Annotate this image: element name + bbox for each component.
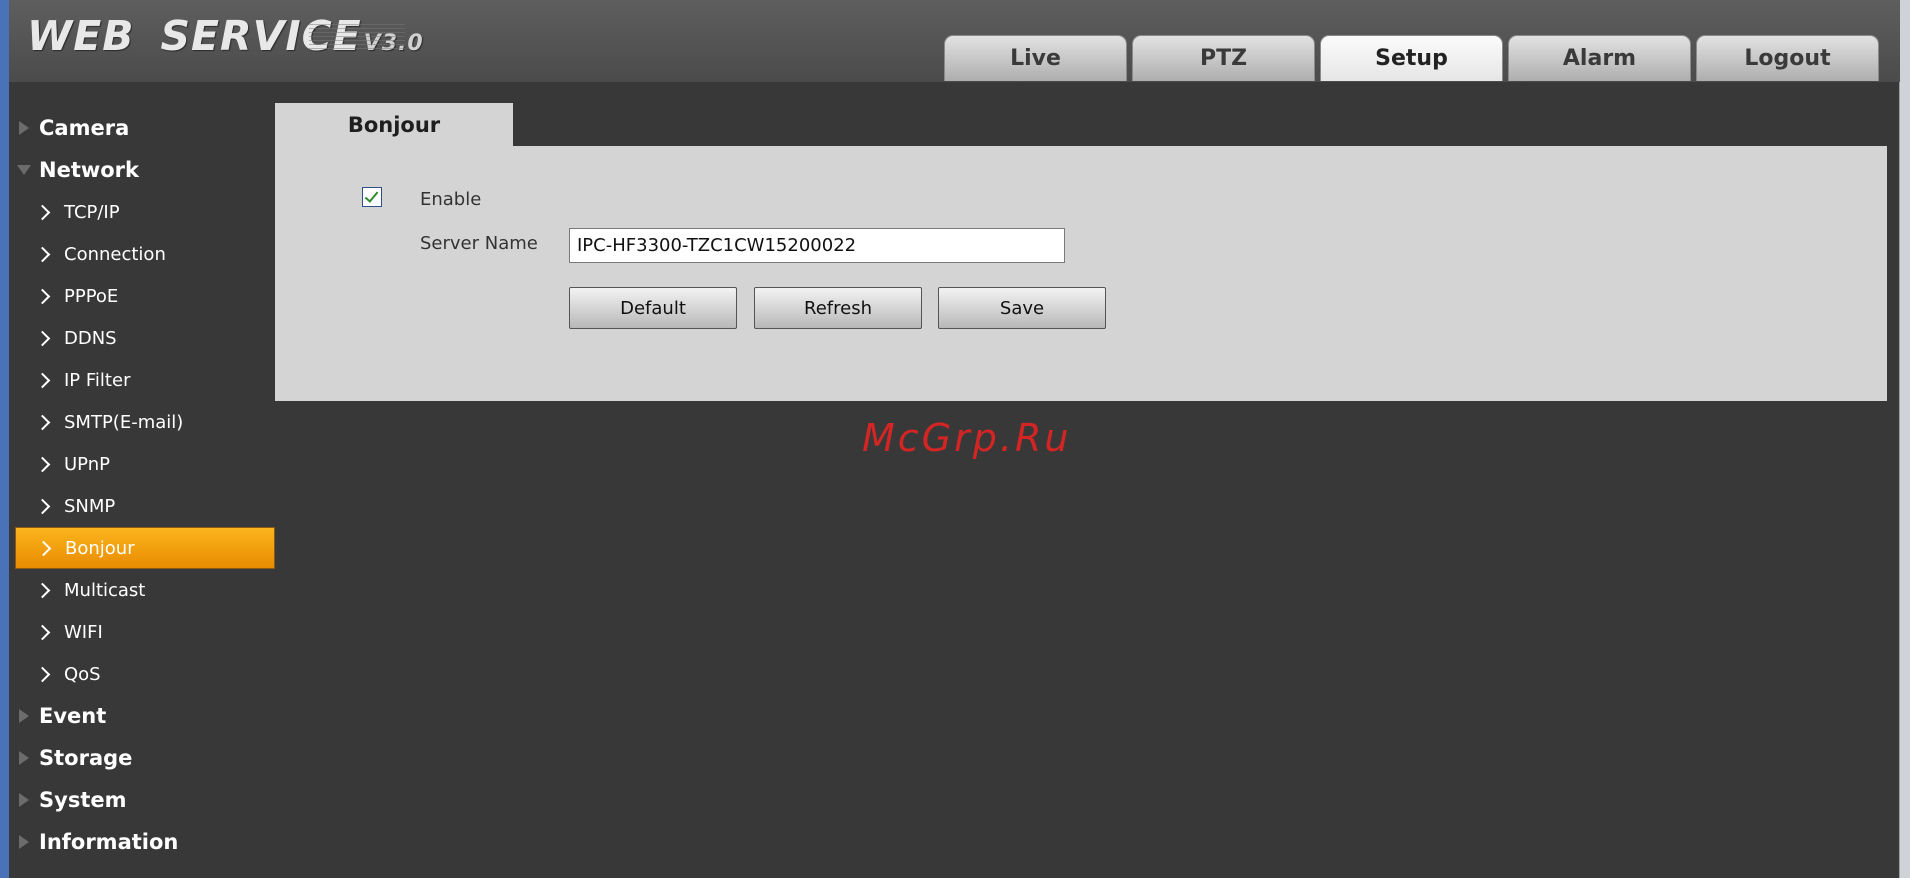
sidebar-item-bonjour[interactable]: Bonjour: [15, 527, 275, 569]
sidebar-item-connection[interactable]: Connection: [15, 233, 275, 275]
sidebar-item-label: Information: [39, 830, 179, 854]
default-button[interactable]: Default: [569, 287, 737, 329]
chevron-right-icon: [34, 372, 51, 388]
settings-panel: Enable Server Name Default Refresh Save: [275, 146, 1887, 401]
sidebar-item-ddns[interactable]: DDNS: [15, 317, 275, 359]
window-left-edge: [0, 0, 9, 878]
chevron-right-icon: [34, 288, 51, 304]
sidebar-item-label: Connection: [64, 243, 166, 265]
server-name-input[interactable]: [569, 228, 1065, 263]
chevron-right-icon: [34, 582, 51, 598]
sidebar-item-label: DDNS: [64, 327, 117, 349]
tab-alarm[interactable]: Alarm: [1508, 35, 1691, 81]
sidebar-item-label: Network: [39, 158, 140, 182]
sidebar-item-tcpip[interactable]: TCP/IP: [15, 191, 275, 233]
tab-setup[interactable]: Setup: [1320, 35, 1503, 81]
logo-decoration: [309, 24, 405, 52]
panel-title-tab: Bonjour: [275, 103, 513, 146]
enable-checkbox[interactable]: [362, 187, 382, 207]
sidebar-item-wifi[interactable]: WIFI: [15, 611, 275, 653]
tab-live[interactable]: Live: [944, 35, 1127, 81]
sidebar-item-label: IP Filter: [64, 369, 131, 391]
expand-arrow-icon: [19, 709, 29, 723]
sidebar-item-label: Multicast: [64, 579, 146, 601]
sidebar-item-label: Event: [39, 704, 107, 728]
sidebar-item-label: WIFI: [64, 621, 103, 643]
sidebar-item-ip-filter[interactable]: IP Filter: [15, 359, 275, 401]
sidebar-item-multicast[interactable]: Multicast: [15, 569, 275, 611]
expand-arrow-icon: [19, 793, 29, 807]
sidebar-item-qos[interactable]: QoS: [15, 653, 275, 695]
top-nav-tabs: Live PTZ Setup Alarm Logout: [944, 35, 1879, 81]
sidebar-item-label: SMTP(E-mail): [64, 411, 184, 433]
server-name-label: Server Name: [420, 233, 538, 254]
chevron-right-icon: [34, 246, 51, 262]
expand-arrow-icon: [19, 121, 29, 135]
tab-ptz[interactable]: PTZ: [1132, 35, 1315, 81]
scrollbar[interactable]: [1899, 0, 1910, 878]
sidebar-item-camera[interactable]: Camera: [15, 107, 275, 149]
sidebar-item-pppoe[interactable]: PPPoE: [15, 275, 275, 317]
sidebar-item-label: UPnP: [64, 453, 110, 475]
save-button[interactable]: Save: [938, 287, 1106, 329]
sidebar-item-label: Storage: [39, 746, 133, 770]
chevron-right-icon: [34, 624, 51, 640]
sidebar-item-label: Bonjour: [65, 537, 135, 559]
sidebar-menu: Camera Network TCP/IP Connection PPPoE D…: [15, 107, 275, 863]
sidebar-item-network[interactable]: Network: [15, 149, 275, 191]
sidebar-item-event[interactable]: Event: [15, 695, 275, 737]
chevron-right-icon: [34, 456, 51, 472]
sidebar-item-upnp[interactable]: UPnP: [15, 443, 275, 485]
tab-logout[interactable]: Logout: [1696, 35, 1879, 81]
sidebar-item-label: QoS: [64, 663, 101, 685]
sidebar-item-label: Camera: [39, 116, 130, 140]
refresh-button[interactable]: Refresh: [754, 287, 922, 329]
enable-label: Enable: [420, 189, 482, 210]
sidebar-item-system[interactable]: System: [15, 779, 275, 821]
collapse-arrow-icon: [17, 165, 31, 175]
chevron-right-icon: [34, 498, 51, 514]
sidebar-item-label: PPPoE: [64, 285, 119, 307]
chevron-right-icon: [34, 204, 51, 220]
expand-arrow-icon: [19, 751, 29, 765]
sidebar-item-label: SNMP: [64, 495, 116, 517]
sidebar-item-smtp[interactable]: SMTP(E-mail): [15, 401, 275, 443]
chevron-right-icon: [35, 540, 52, 556]
sidebar-item-snmp[interactable]: SNMP: [15, 485, 275, 527]
sidebar-item-information[interactable]: Information: [15, 821, 275, 863]
sidebar-item-label: System: [39, 788, 127, 812]
chevron-right-icon: [34, 330, 51, 346]
chevron-right-icon: [34, 666, 51, 682]
chevron-right-icon: [34, 414, 51, 430]
watermark: McGrp.Ru: [862, 416, 1072, 460]
expand-arrow-icon: [19, 835, 29, 849]
logo-word-web: WEB: [27, 12, 135, 60]
sidebar-item-storage[interactable]: Storage: [15, 737, 275, 779]
sidebar-item-label: TCP/IP: [64, 201, 120, 223]
